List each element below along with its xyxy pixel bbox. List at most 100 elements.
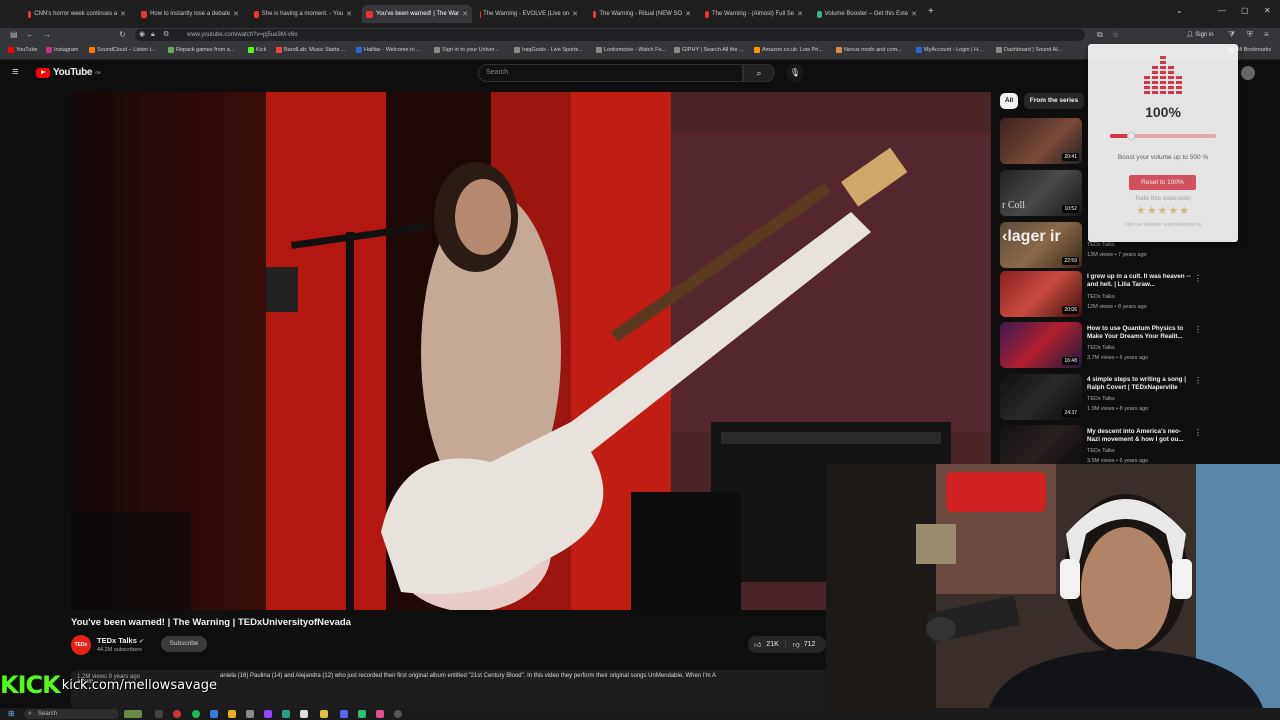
bookmark-item[interactable]: Dashboard | Sound Al... — [996, 47, 1062, 53]
close-tab-icon[interactable]: ✕ — [572, 10, 578, 18]
bookmark-item[interactable]: YouTube — [8, 47, 38, 53]
browser-tab[interactable]: How to instantly lose a debate ✕ — [137, 5, 243, 23]
app-icon[interactable] — [358, 710, 366, 718]
forward-arrow-icon[interactable]: → — [43, 30, 51, 39]
recommendation-thumbnail[interactable]: 24:37 — [1000, 374, 1082, 420]
bookmark-item[interactable]: Instagram — [46, 47, 78, 53]
close-tab-icon[interactable]: ✕ — [120, 10, 126, 18]
obs-icon[interactable] — [394, 710, 402, 718]
bookmark-item[interactable]: Kick — [248, 47, 266, 53]
channel-avatar[interactable]: TEDx — [71, 635, 91, 655]
reload-icon[interactable]: ↻ — [119, 30, 126, 39]
app-icon[interactable] — [320, 710, 328, 718]
close-tab-icon[interactable]: ✕ — [346, 10, 352, 18]
sign-in-button[interactable]: 👤︎ Sign in — [1186, 31, 1214, 38]
more-vert-icon[interactable]: ⋮ — [1194, 274, 1202, 283]
app-icon[interactable] — [376, 710, 384, 718]
more-vert-icon[interactable]: ⋮ — [1194, 428, 1202, 437]
recommendation-title[interactable]: 4 simple steps to writing a song | Ralph… — [1087, 376, 1192, 392]
close-window-icon[interactable]: ✕ — [1264, 6, 1271, 15]
close-tab-icon[interactable]: ✕ — [911, 10, 917, 18]
windows-start-icon[interactable]: ⊞ — [8, 709, 15, 718]
bookmark-item[interactable]: Repack games from a... — [168, 47, 234, 53]
address-bar[interactable]: ◉ 🔒︎ ⚙ www.youtube.com/watch?v=pj5ue3M-v… — [135, 29, 1085, 41]
browser-tab[interactable]: The Warning - EVOLVE (Live on ✕ — [476, 5, 582, 23]
recommendation-title[interactable]: My descent into America's neo-Nazi movem… — [1087, 428, 1192, 444]
app-icon[interactable] — [246, 710, 254, 718]
file-explorer-icon[interactable] — [228, 710, 236, 718]
app-icon[interactable] — [282, 710, 290, 718]
app-icon[interactable] — [264, 710, 272, 718]
recommendation-title[interactable]: How to use Quantum Physics to Make Your … — [1087, 325, 1192, 341]
close-tab-icon[interactable]: ✕ — [462, 10, 468, 18]
chip-all[interactable]: All — [1000, 93, 1018, 109]
minimize-window-icon[interactable]: — — [1218, 6, 1226, 15]
hamburger-menu-icon[interactable]: ≡ — [12, 66, 18, 78]
close-tab-icon[interactable]: ✕ — [797, 10, 803, 18]
youtube-logo[interactable]: YouTube GB — [36, 67, 101, 78]
microphone-icon[interactable]: 🎙︎ — [786, 64, 804, 82]
thumbs-down-icon[interactable]: 👎︎ — [793, 640, 800, 649]
avatar[interactable] — [1241, 66, 1255, 80]
volume-slider-handle[interactable] — [1127, 132, 1136, 140]
bookmark-item[interactable]: IraqGoals - Live Sports... — [514, 47, 583, 53]
bookmark-star-icon[interactable]: ☆ — [1112, 30, 1119, 39]
bookmark-item[interactable]: Amazon.co.uk: Low Pri... — [754, 47, 823, 53]
subscribe-button[interactable]: Subscribe — [161, 636, 207, 652]
chevron-down-icon[interactable]: ⌄ — [1176, 6, 1183, 15]
bookmark-item[interactable]: GIPHY | Search All the ... — [674, 47, 744, 53]
recommendation-thumbnail[interactable]: 20:41 — [1000, 118, 1082, 164]
close-tab-icon[interactable]: ✕ — [685, 10, 691, 18]
extensions-puzzle-icon[interactable]: ⧩ — [1228, 30, 1235, 40]
bookmark-item[interactable]: SoundCloud – Listen t... — [89, 47, 156, 53]
browser-tab[interactable]: Volume Booster – Get this Exte ✕ — [813, 5, 921, 23]
new-tab-button[interactable]: + — [928, 6, 934, 17]
bookmark-item[interactable]: Nexus mods and com... — [836, 47, 902, 53]
app-icon[interactable] — [210, 710, 218, 718]
shield-icon[interactable]: ⛨ — [1247, 30, 1253, 40]
browser-tab[interactable]: The Warning - Ritual (NEW SO ✕ — [589, 5, 695, 23]
browser-tab[interactable]: CNN's horror week continues a ✕ — [24, 5, 130, 23]
app-icon[interactable] — [300, 710, 308, 718]
search-input[interactable]: Search — [478, 64, 743, 82]
recommendation-title[interactable]: I grew up in a cult. It was heaven -- an… — [1087, 273, 1192, 289]
bookmark-item[interactable]: MyAccount - Login | H... — [916, 47, 983, 53]
close-tab-icon[interactable]: ✕ — [233, 10, 239, 18]
app-icon[interactable] — [173, 710, 181, 718]
bookmark-item[interactable]: BandLab: Music Starts ... — [276, 47, 345, 53]
menu-icon[interactable]: ≡ — [1264, 30, 1269, 39]
reset-volume-button[interactable]: Reset to 100% — [1129, 175, 1196, 190]
browser-tab[interactable]: The Warning - (Almost) Full Se ✕ — [701, 5, 807, 23]
discord-icon[interactable] — [340, 710, 348, 718]
recommendation-thumbnail[interactable]: r Coll 10:52 — [1000, 170, 1082, 216]
bookmark-item[interactable]: Looksmoive - Watch Fo... — [596, 47, 666, 53]
volume-slider[interactable] — [1110, 132, 1216, 140]
recommendation-thumbnail[interactable]: 16:48 — [1000, 322, 1082, 368]
search-icon[interactable]: ⌕ — [743, 64, 775, 82]
bookmark-item[interactable]: Sign in to your Univer... — [434, 47, 499, 53]
rating-stars[interactable]: ★★★★★ — [1088, 204, 1238, 217]
task-view-icon[interactable] — [155, 710, 163, 718]
thumbs-up-icon[interactable]: 👍︎ — [754, 640, 761, 649]
widget-icon[interactable] — [124, 710, 142, 718]
recommendation-thumbnail[interactable]: ‹lager ir 22:59 — [1000, 222, 1082, 268]
tune-icon[interactable]: ⚙ — [163, 29, 169, 41]
like-count[interactable]: 21K — [766, 641, 778, 648]
back-arrow-icon[interactable]: ← — [26, 30, 34, 39]
more-vert-icon[interactable]: ⋮ — [1194, 325, 1202, 334]
spotify-icon[interactable] — [192, 710, 200, 718]
maximize-window-icon[interactable]: ▢ — [1241, 6, 1249, 15]
recommendation-thumbnail[interactable]: 20:06 — [1000, 271, 1082, 317]
site-info-icon[interactable]: ◉ — [139, 29, 145, 41]
channel-name[interactable]: TEDx Talks ✔ — [97, 636, 144, 645]
website-link[interactable]: Visit our website: volumebooster.io — [1088, 222, 1238, 228]
bookmark-item[interactable]: Halifax - Welcome to ... — [356, 47, 421, 53]
browser-tab[interactable]: She is having a moment. - You ✕ — [250, 5, 356, 23]
dislike-count[interactable]: 712 — [804, 641, 816, 648]
browser-tab-active[interactable]: You've been warned! | The War ✕ — [362, 5, 472, 23]
chip-from-the-series[interactable]: From the series — [1024, 93, 1084, 109]
taskbar-search[interactable]: ⌕ Search — [24, 709, 119, 719]
install-app-icon[interactable]: ⧉ — [1097, 30, 1103, 40]
more-vert-icon[interactable]: ⋮ — [1194, 376, 1202, 385]
sidebar-toggle-icon[interactable]: ▤ — [10, 30, 18, 39]
